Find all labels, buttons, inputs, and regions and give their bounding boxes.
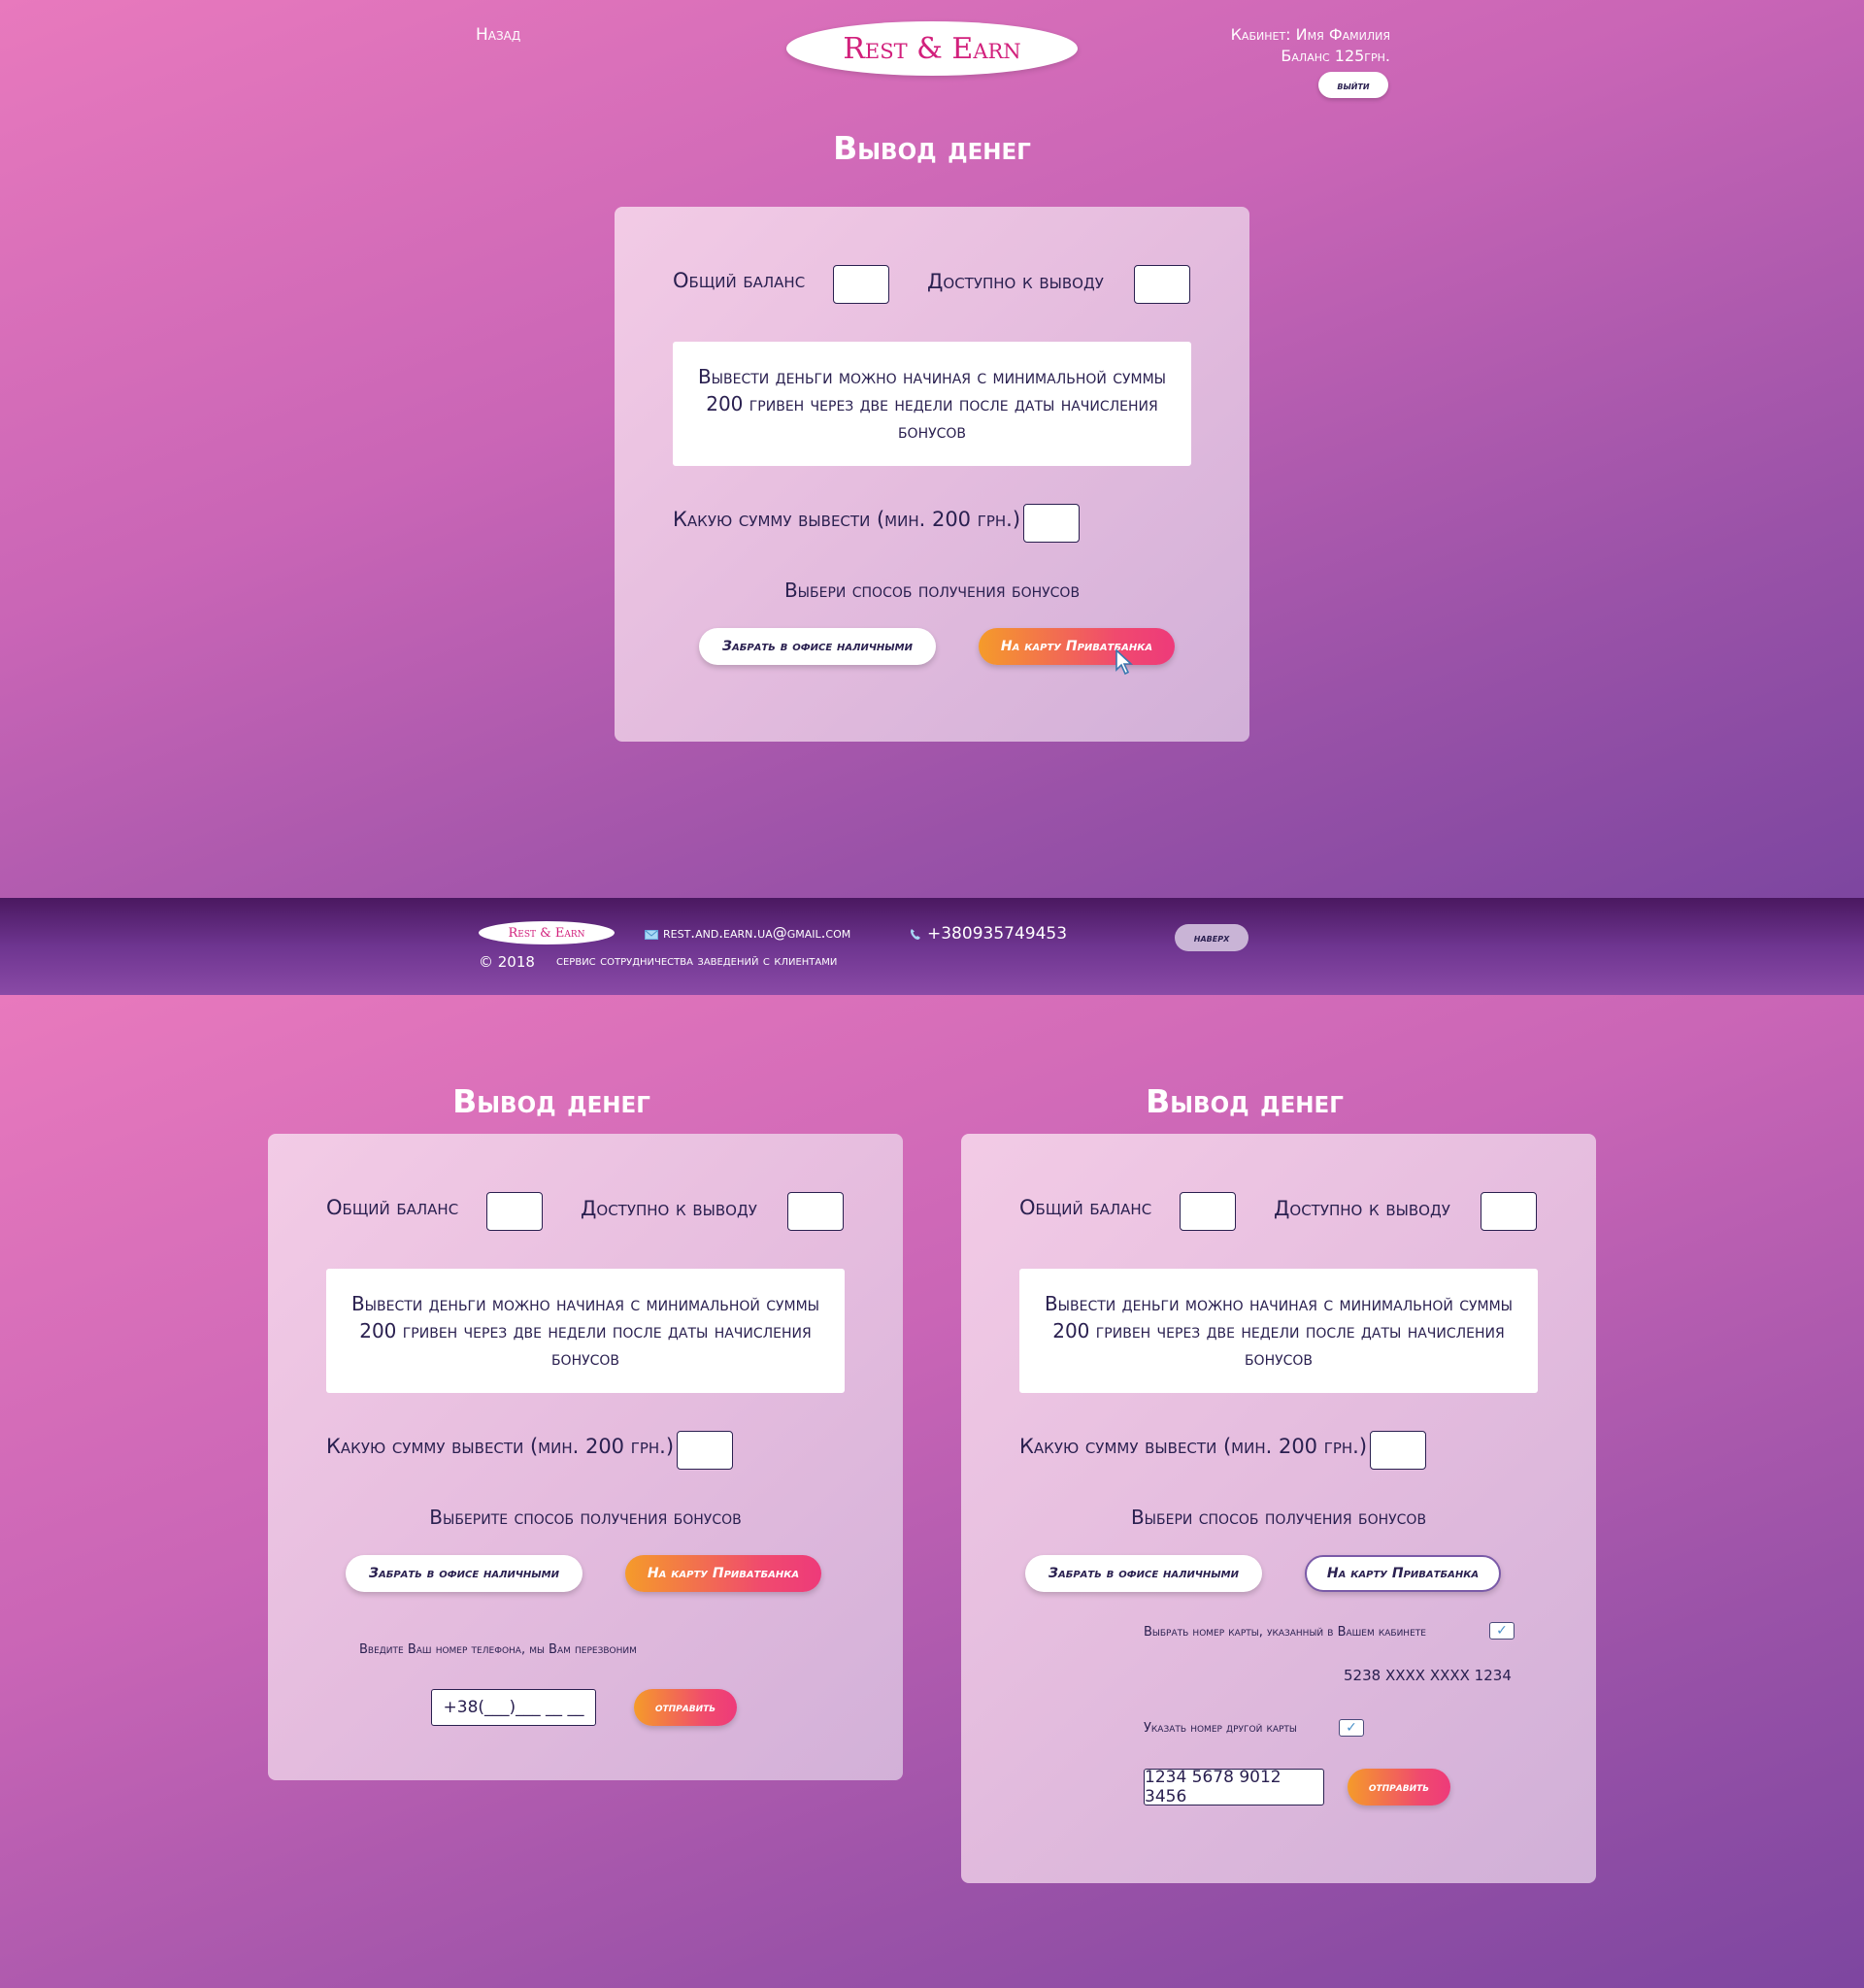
card-number-input[interactable]: 1234 5678 9012 3456 bbox=[1144, 1768, 1324, 1806]
total-balance-label: Общий баланс bbox=[1019, 1196, 1152, 1219]
total-balance-field bbox=[1180, 1192, 1236, 1231]
amount-input[interactable] bbox=[1370, 1431, 1426, 1470]
privatbank-card-button[interactable]: На карту Приватбанка bbox=[1305, 1555, 1501, 1592]
main-section: Назад Rest & Earn Кабинет: Имя Фамилия Б… bbox=[0, 0, 1864, 898]
info-note: Вывести деньги можно начиная с минимальн… bbox=[326, 1269, 845, 1393]
available-field bbox=[787, 1192, 844, 1231]
submit-card-button[interactable]: отправить bbox=[1348, 1769, 1450, 1806]
office-cash-button[interactable]: Забрать в офисе наличными bbox=[1025, 1555, 1262, 1592]
withdraw-card-cash: Общий баланс Доступно к выводу Вывести д… bbox=[268, 1134, 903, 1780]
available-label: Доступно к выводу bbox=[581, 1197, 757, 1220]
footer-tagline: сервис сотрудничества заведений с клиент… bbox=[556, 953, 838, 969]
saved-card-option-label: Выбрать номер карты, указанный в Вашем к… bbox=[1144, 1625, 1426, 1640]
choose-method-label: Выбери способ получения бонусов bbox=[783, 579, 1081, 602]
logo[interactable]: Rest & Earn bbox=[786, 21, 1078, 76]
choose-method-label: Выбери способ получения бонусов bbox=[1130, 1506, 1427, 1529]
mouse-cursor-icon bbox=[1115, 648, 1134, 676]
total-balance-field bbox=[833, 265, 889, 304]
total-balance-label: Общий баланс bbox=[673, 269, 806, 292]
cabinet-name[interactable]: Кабинет: Имя Фамилия bbox=[1231, 24, 1390, 46]
submit-phone-button[interactable]: отправить bbox=[634, 1689, 737, 1726]
other-card-option-label: Указать номер другой карты bbox=[1144, 1721, 1297, 1736]
footer: Rest & Earn rest.and.earn.ua@gmail.com +… bbox=[0, 898, 1864, 995]
phone-icon bbox=[911, 929, 920, 940]
available-label: Доступно к выводу bbox=[927, 270, 1104, 293]
amount-label: Какую сумму вывести (мин. 200 грн.) bbox=[326, 1435, 675, 1458]
page-title: Вывод денег bbox=[833, 129, 1031, 167]
amount-label: Какую сумму вывести (мин. 200 грн.) bbox=[1019, 1435, 1368, 1458]
footer-phone[interactable]: +380935749453 bbox=[927, 924, 1067, 944]
privatbank-card-button[interactable]: На карту Приватбанка bbox=[625, 1555, 821, 1592]
amount-input[interactable] bbox=[677, 1431, 733, 1470]
privatbank-card-button[interactable]: На карту Приватбанка bbox=[979, 628, 1175, 665]
other-card-checkbox[interactable]: ✓ bbox=[1339, 1719, 1364, 1737]
office-cash-button[interactable]: Забрать в офисе наличными bbox=[346, 1555, 582, 1592]
available-label: Доступно к выводу bbox=[1274, 1197, 1450, 1220]
total-balance-label: Общий баланс bbox=[326, 1196, 459, 1219]
checkmark-icon: ✓ bbox=[1346, 1720, 1357, 1736]
info-note: Вывести деньги можно начиная с минимальн… bbox=[673, 342, 1191, 466]
choose-method-label: Выберите способ получения бонусов bbox=[429, 1506, 742, 1529]
phone-input[interactable]: +38(___)___ __ __ bbox=[431, 1689, 596, 1726]
scroll-top-button[interactable]: наверх bbox=[1175, 924, 1248, 951]
footer-email[interactable]: rest.and.earn.ua@gmail.com bbox=[663, 924, 850, 942]
amount-label: Какую сумму вывести (мин. 200 грн.) bbox=[673, 508, 1021, 531]
available-field bbox=[1481, 1192, 1537, 1231]
saved-card-number: 5238 XXXX XXXX 1234 bbox=[1344, 1667, 1512, 1684]
withdraw-card-transfer: Общий баланс Доступно к выводу Вывести д… bbox=[961, 1134, 1596, 1883]
variants-section: Вывод денег Общий баланс Доступно к выво… bbox=[0, 995, 1864, 1988]
page-title-card: Вывод денег bbox=[1146, 1082, 1344, 1120]
phone-hint: Введите Ваш номер телефона, мы Вам перез… bbox=[359, 1642, 637, 1657]
balance-text: Баланс 125грн. bbox=[1281, 47, 1390, 65]
user-info: Кабинет: Имя Фамилия Баланс 125грн. bbox=[1231, 24, 1390, 67]
logout-button[interactable]: выйти bbox=[1318, 72, 1388, 98]
amount-input[interactable] bbox=[1023, 504, 1080, 543]
available-field bbox=[1134, 265, 1190, 304]
saved-card-checkbox[interactable]: ✓ bbox=[1489, 1622, 1514, 1640]
info-note: Вывести деньги можно начиная с минимальн… bbox=[1019, 1269, 1538, 1393]
office-cash-button[interactable]: Забрать в офисе наличными bbox=[699, 628, 936, 665]
checkmark-icon: ✓ bbox=[1496, 1623, 1508, 1639]
back-link[interactable]: Назад bbox=[476, 25, 520, 45]
mail-icon bbox=[645, 930, 658, 940]
copyright: © 2018 bbox=[479, 953, 535, 971]
page-title-cash: Вывод денег bbox=[452, 1082, 650, 1120]
footer-logo[interactable]: Rest & Earn bbox=[479, 921, 615, 944]
total-balance-field bbox=[486, 1192, 543, 1231]
withdraw-card: Общий баланс Доступно к выводу Вывести д… bbox=[615, 207, 1249, 742]
